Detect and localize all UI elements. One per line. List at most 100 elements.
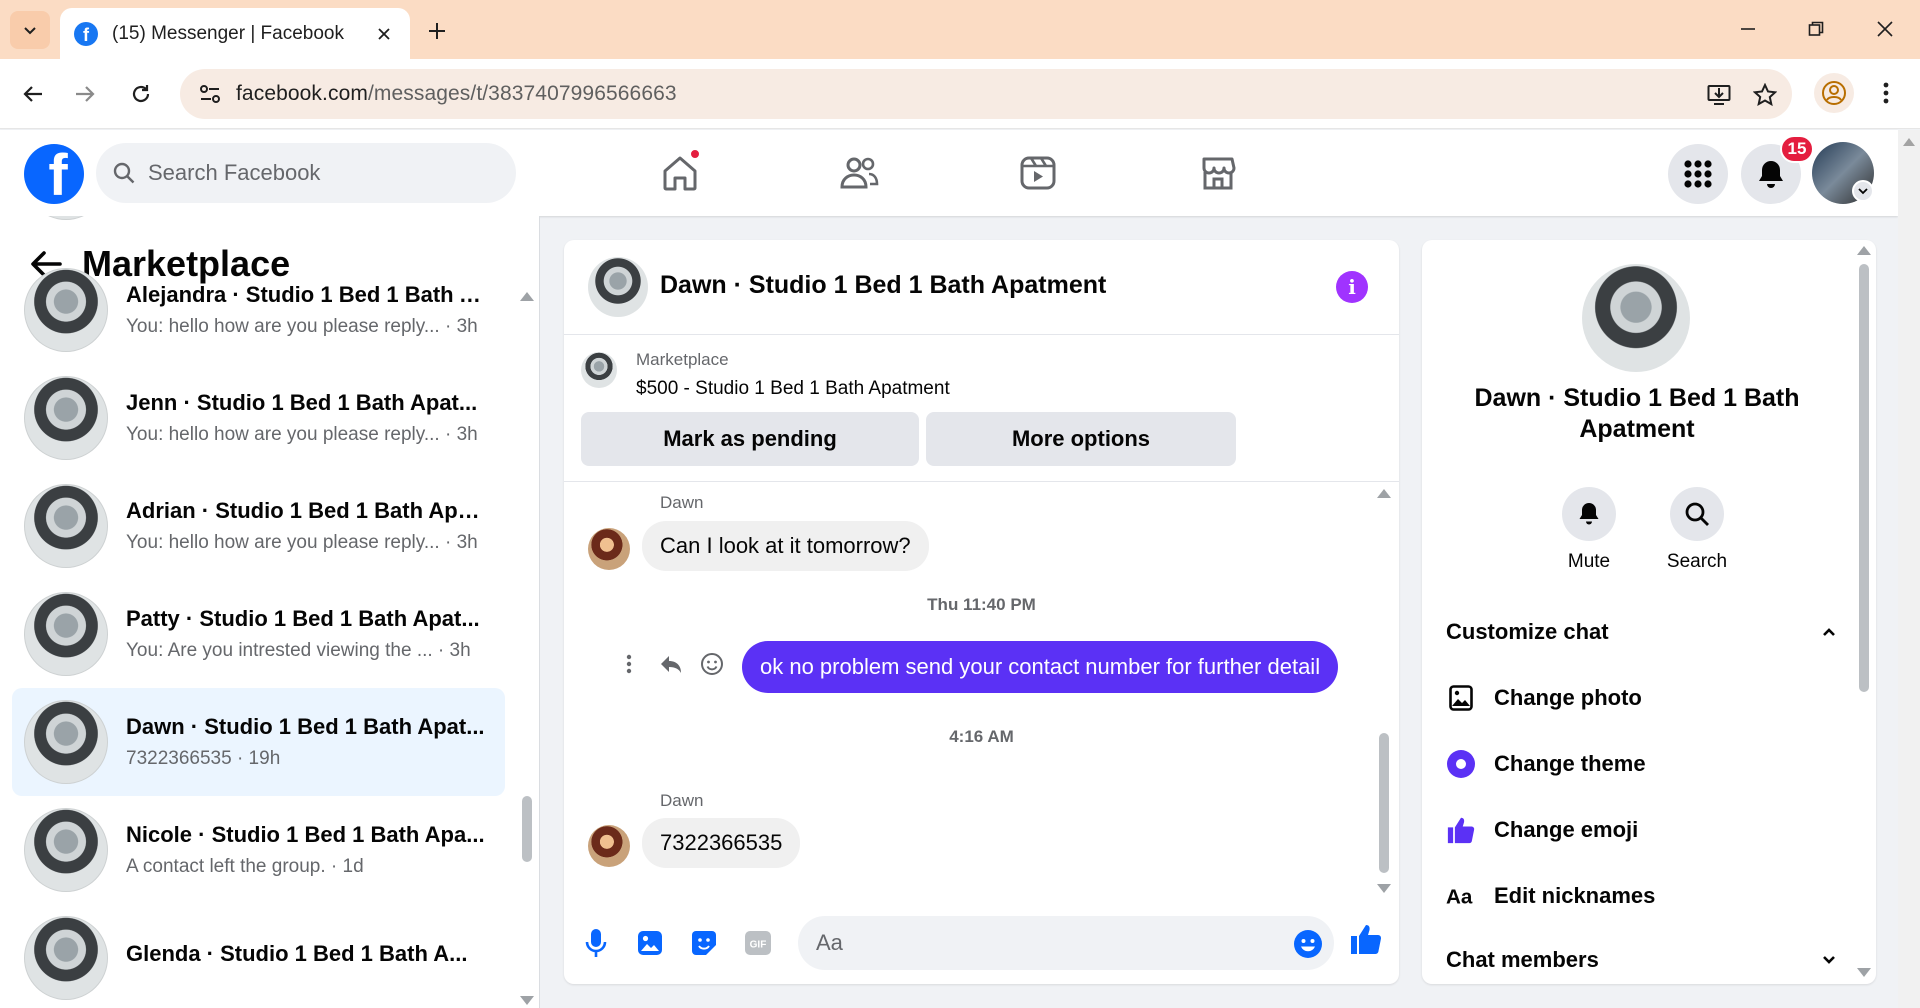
nav-marketplace[interactable] [1185,142,1251,204]
change-emoji-item[interactable]: Change emoji [1446,810,1836,850]
tab-search-button[interactable] [10,11,50,49]
conversation-partial-top[interactable] [12,216,505,246]
browser-tab[interactable]: f (15) Messenger | Facebook [60,8,410,59]
conversation-name: Glenda · Studio 1 Bed 1 Bath A... [126,941,468,966]
conversation-item-active[interactable]: Dawn · Studio 1 Bed 1 Bath Apat... 73223… [12,688,505,796]
reply-icon[interactable] [656,649,686,679]
nav-video[interactable] [1005,142,1071,204]
browser-profile-button[interactable] [1814,73,1854,113]
mark-as-pending-button[interactable]: Mark as pending [581,412,919,466]
forward-button[interactable] [64,73,106,115]
contact-avatar[interactable] [1582,264,1690,372]
arrow-left-icon [23,86,42,102]
thumbs-up-icon[interactable] [1348,921,1384,957]
tab-close-icon[interactable] [372,22,396,46]
scroll-down-icon[interactable] [1377,884,1391,893]
facebook-header: f 15 [0,130,1898,216]
customize-chat-section[interactable]: Customize chat [1446,612,1836,652]
conversation-item[interactable]: Jenn · Studio 1 Bed 1 Bath Apat... You: … [12,364,505,472]
listing-title[interactable]: $500 - Studio 1 Bed 1 Bath Apatment [636,378,950,400]
reload-button[interactable] [120,73,162,115]
conversation-item[interactable]: Glenda · Studio 1 Bed 1 Bath A... [12,904,505,1008]
conversation-item[interactable]: Adrian · Studio 1 Bed 1 Bath Apa... You:… [12,472,505,580]
customize-chat-label: Customize chat [1446,619,1609,644]
chat-title[interactable]: Dawn · Studio 1 Bed 1 Bath Apatment [660,271,1106,300]
scroll-up-icon[interactable] [520,292,534,301]
incoming-message[interactable]: Can I look at it tomorrow? [642,521,929,571]
details-scroll-thumb[interactable] [1859,264,1869,692]
edit-nicknames-item[interactable]: Aa Edit nicknames [1446,876,1836,916]
chevron-up-icon [1823,628,1835,636]
conversation-item[interactable]: Nicole · Studio 1 Bed 1 Bath Apa... A co… [12,796,505,904]
site-info-icon[interactable] [194,79,226,109]
sender-avatar[interactable] [588,825,630,867]
photo-attach-icon[interactable] [632,925,668,961]
scroll-up-icon[interactable] [1857,246,1871,255]
incoming-message[interactable]: 7322366535 [642,818,801,868]
back-button[interactable] [12,73,54,115]
scroll-down-icon[interactable] [520,996,534,1005]
conversation-item[interactable]: Alejandra · Studio 1 Bed 1 Bath A... You… [12,256,505,364]
bookmark-star-icon[interactable] [1750,80,1780,110]
facebook-favicon-icon: f [74,21,98,46]
microphone-icon[interactable] [578,925,614,961]
chat-avatar[interactable] [588,257,648,317]
list-scrollbar[interactable] [520,288,534,1008]
conversation-item[interactable]: Patty · Studio 1 Bed 1 Bath Apat... You:… [12,580,505,688]
scroll-up-icon[interactable] [1377,489,1391,498]
address-bar[interactable]: facebook.com/messages/t/3837407996566663 [180,69,1792,119]
page-scrollbar[interactable] [1898,130,1920,1008]
gif-icon[interactable]: GIF [740,925,776,961]
search-in-conversation-button[interactable]: Search [1652,487,1742,573]
change-emoji-label: Change emoji [1494,817,1639,842]
install-app-icon[interactable] [1704,80,1734,110]
marketplace-icon [1202,157,1236,190]
chat-scroll-thumb[interactable] [1379,733,1389,873]
chat-panel: Dawn · Studio 1 Bed 1 Bath Apatment i Ma… [564,240,1399,984]
sender-avatar[interactable] [588,528,630,570]
conversation-name: Nicole · Studio 1 Bed 1 Bath Apa... [126,822,485,847]
facebook-search-input[interactable] [148,160,488,186]
new-tab-button[interactable] [420,14,454,48]
conversation-preview: You: hello how are you please reply... ·… [126,424,478,445]
minimize-icon [1741,28,1755,30]
chat-members-section[interactable]: Chat members [1446,940,1836,980]
details-scrollbar[interactable] [1854,240,1874,984]
message-more-icon[interactable] [614,649,644,679]
search-label: Search [1666,551,1728,572]
close-window-button[interactable] [1860,12,1910,46]
restore-button[interactable] [1791,12,1841,46]
message-input[interactable] [816,930,1256,956]
menu-button[interactable] [1668,144,1728,204]
chat-scrollbar[interactable] [1376,483,1392,901]
scroll-up-icon[interactable] [1903,138,1915,146]
message-sender: Dawn [660,791,704,810]
more-options-button[interactable]: More options [926,412,1236,466]
nav-home[interactable] [647,142,713,204]
account-chevron-icon[interactable] [1852,180,1874,202]
conversation-preview: You: Are you intrested viewing the ... ·… [126,640,471,661]
facebook-logo-icon[interactable]: f [24,144,84,204]
nav-friends[interactable] [826,142,892,204]
change-theme-item[interactable]: Change theme [1446,744,1836,784]
friends-icon [840,157,879,189]
minimize-button[interactable] [1723,12,1773,46]
react-smile-icon[interactable] [697,649,727,679]
browser-toolbar: facebook.com/messages/t/3837407996566663 [0,59,1920,129]
conversation-name: Patty · Studio 1 Bed 1 Bath Apat... [126,606,480,631]
sticker-icon[interactable] [686,925,722,961]
scroll-down-icon[interactable] [1857,968,1871,977]
conversation-avatar [24,592,108,676]
conversation-avatar [24,700,108,784]
listing-thumbnail[interactable] [581,352,617,388]
outgoing-message[interactable]: ok no problem send your contact number f… [742,641,1339,693]
browser-menu-button[interactable] [1868,73,1904,113]
facebook-search[interactable] [96,143,516,203]
emoji-icon[interactable] [1292,928,1324,960]
mute-button[interactable]: Mute [1544,487,1634,573]
info-icon[interactable]: i [1336,271,1368,303]
change-photo-item[interactable]: Change photo [1446,678,1836,718]
list-scroll-thumb[interactable] [522,796,532,862]
message-input-box[interactable] [798,916,1334,970]
contact-name: Dawn · Studio 1 Bed 1 Bath Apatment [1474,384,1800,443]
